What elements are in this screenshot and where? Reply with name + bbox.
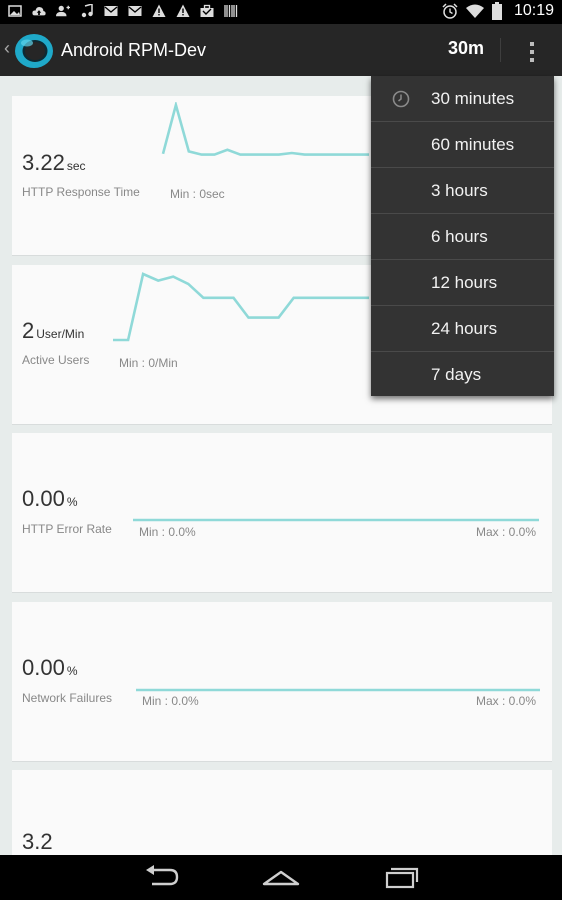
metric-number: 3.2 bbox=[22, 829, 53, 854]
metric-number: 2 bbox=[22, 318, 35, 343]
metric-card-http-error-rate[interactable]: 0.00% HTTP Error Rate Min : 0.0% Max : 0… bbox=[12, 433, 552, 593]
metric-value: 3.2 bbox=[22, 829, 53, 855]
metric-unit: % bbox=[66, 495, 78, 509]
menu-item-7-days[interactable]: 7 days bbox=[371, 352, 554, 398]
time-range-button[interactable]: 30m bbox=[448, 38, 484, 59]
music-note-icon bbox=[81, 4, 93, 18]
overflow-menu-icon[interactable] bbox=[520, 40, 544, 64]
barcode-icon bbox=[224, 5, 238, 17]
metric-value: 2 User/Min bbox=[22, 318, 84, 344]
alarm-icon bbox=[442, 3, 458, 19]
metric-min-label: Min : 0.0% bbox=[139, 525, 196, 539]
menu-item-label: 7 days bbox=[431, 365, 482, 384]
metric-value: 3.22 sec bbox=[22, 150, 86, 176]
menu-item-6-hours[interactable]: 6 hours bbox=[371, 214, 554, 260]
system-nav-bar bbox=[0, 855, 562, 900]
recent-apps-icon[interactable] bbox=[381, 864, 421, 890]
metric-unit: User/Min bbox=[36, 327, 85, 341]
metric-max-label: Max : 0.0% bbox=[475, 525, 536, 539]
mail-icon bbox=[128, 6, 142, 16]
metric-number: 0.00 bbox=[22, 655, 65, 680]
briefcase-icon bbox=[200, 4, 214, 17]
metric-label: Network Failures bbox=[22, 691, 113, 705]
sparkline-chart bbox=[133, 518, 539, 522]
menu-item-label: 6 hours bbox=[431, 227, 488, 246]
metric-label: Active Users bbox=[22, 353, 90, 367]
menu-item-label: 3 hours bbox=[431, 181, 488, 200]
warning-icon bbox=[152, 4, 166, 17]
image-icon bbox=[8, 5, 22, 17]
notification-icons bbox=[8, 4, 238, 18]
metric-card-network-failures[interactable]: 0.00% Network Failures Min : 0.0% Max : … bbox=[12, 602, 552, 762]
action-divider bbox=[500, 38, 501, 62]
menu-item-label: 12 hours bbox=[431, 273, 498, 292]
app-title: Android RPM-Dev bbox=[61, 40, 207, 60]
home-icon[interactable] bbox=[261, 864, 301, 890]
metric-max-label: Max : 0.0% bbox=[475, 694, 536, 708]
metric-unit: sec bbox=[66, 159, 86, 173]
wifi-icon bbox=[465, 4, 484, 18]
add-contact-icon bbox=[56, 5, 70, 17]
metric-value: 0.00% bbox=[22, 486, 78, 512]
metric-number: 3.22 bbox=[22, 150, 65, 175]
menu-item-label: 24 hours bbox=[431, 319, 498, 338]
metric-number: 0.00 bbox=[22, 486, 65, 511]
menu-item-24-hours[interactable]: 24 hours bbox=[371, 306, 554, 352]
sparkline-chart bbox=[161, 102, 369, 156]
metric-value: 0.00% bbox=[22, 655, 78, 681]
mail-icon bbox=[104, 6, 118, 16]
menu-item-60-minutes[interactable]: 60 minutes bbox=[371, 122, 554, 168]
sparkline-series bbox=[113, 272, 369, 342]
up-navigation-icon[interactable]: ‹ bbox=[4, 38, 10, 59]
metric-card-partial[interactable]: 3.2 bbox=[12, 770, 552, 855]
metric-label: HTTP Response Time bbox=[22, 185, 140, 199]
menu-item-30-minutes[interactable]: 30 minutes bbox=[371, 76, 554, 122]
menu-item-3-hours[interactable]: 3 hours bbox=[371, 168, 554, 214]
time-range-menu: 30 minutes 60 minutes 3 hours 6 hours 12… bbox=[371, 76, 554, 396]
sparkline-series bbox=[161, 102, 369, 156]
metric-label: HTTP Error Rate bbox=[22, 522, 112, 536]
sparkline-chart bbox=[136, 688, 540, 692]
app-logo-icon[interactable] bbox=[14, 31, 54, 71]
menu-item-12-hours[interactable]: 12 hours bbox=[371, 260, 554, 306]
back-icon[interactable] bbox=[142, 864, 182, 890]
metric-min-label: Min : 0sec bbox=[170, 187, 225, 201]
status-bar: 10:19 bbox=[0, 0, 562, 24]
cloud-upload-icon bbox=[32, 7, 46, 16]
sparkline-chart bbox=[113, 272, 369, 342]
action-bar: ‹ Android RPM-Dev 30m bbox=[0, 24, 562, 76]
menu-item-label: 30 minutes bbox=[431, 89, 515, 108]
metric-min-label: Min : 0.0% bbox=[142, 694, 199, 708]
metric-unit: % bbox=[66, 664, 78, 678]
battery-icon bbox=[491, 2, 502, 20]
metric-min-label: Min : 0/Min bbox=[119, 356, 178, 370]
clock-time: 10:19 bbox=[513, 2, 554, 19]
warning-icon bbox=[176, 4, 190, 17]
clock-icon bbox=[392, 90, 410, 108]
menu-item-label: 60 minutes bbox=[431, 135, 515, 154]
system-icons: 10:19 bbox=[442, 2, 554, 20]
